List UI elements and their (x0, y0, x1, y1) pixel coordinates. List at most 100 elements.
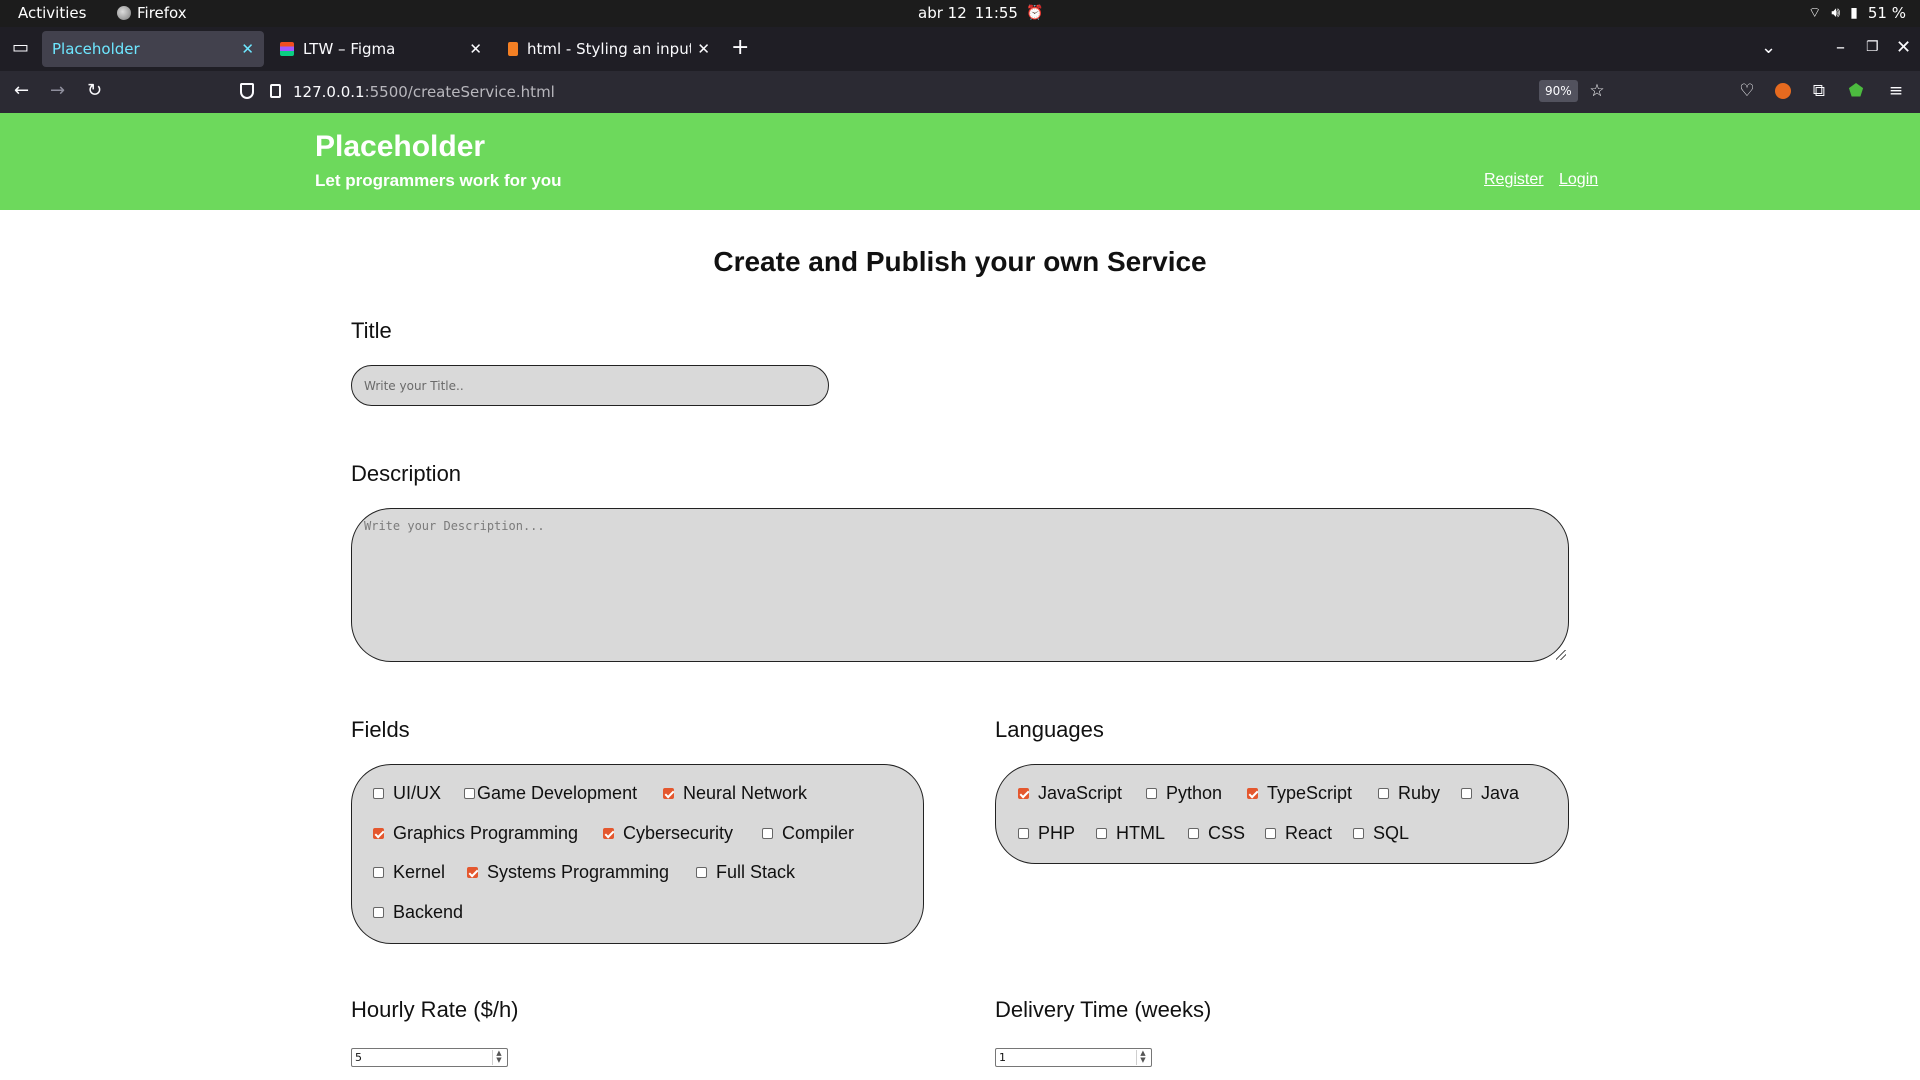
checkbox-mark[interactable] (1265, 828, 1276, 839)
language-checkbox-java[interactable]: Java (1461, 783, 1519, 804)
bookmark-star-icon[interactable]: ☆ (1587, 81, 1607, 101)
minimize-icon[interactable]: – (1836, 37, 1845, 58)
wifi-icon: ⌔ (1808, 5, 1822, 21)
field-checkbox-full-stack[interactable]: Full Stack (696, 862, 795, 883)
app-menu[interactable]: Firefox (117, 4, 187, 22)
battery-percent: 51 % (1867, 4, 1906, 22)
close-tab-icon[interactable]: ✕ (241, 40, 254, 58)
field-checkbox-graphics-programming[interactable]: Graphics Programming (373, 823, 578, 844)
spinner-icon[interactable]: ▲ ▼ (492, 1050, 505, 1065)
checkbox-mark[interactable] (663, 788, 674, 799)
page-info-icon[interactable] (270, 84, 281, 98)
language-checkbox-react[interactable]: React (1265, 823, 1332, 844)
menu-icon[interactable]: ≡ (1886, 81, 1906, 101)
language-checkbox-sql[interactable]: SQL (1353, 823, 1409, 844)
close-tab-icon[interactable]: ✕ (469, 40, 482, 58)
language-checkbox-typescript[interactable]: TypeScript (1247, 783, 1352, 804)
close-tab-icon[interactable]: ✕ (697, 40, 710, 58)
zoom-indicator[interactable]: 90% (1539, 80, 1578, 102)
system-tray[interactable]: ⌔ 🔊︎ ▮ 51 % (1808, 4, 1906, 22)
checkbox-mark[interactable] (467, 867, 478, 878)
tab-placeholder[interactable]: Placeholder ✕ (42, 31, 264, 67)
site-header: Placeholder Let programmers work for you… (0, 113, 1920, 210)
url-bar[interactable]: 127.0.0.1:5500/createService.html (230, 76, 1610, 108)
checkbox-mark[interactable] (603, 828, 614, 839)
checkbox-mark[interactable] (373, 867, 384, 878)
checkbox-mark[interactable] (373, 788, 384, 799)
back-icon[interactable]: ← (14, 80, 29, 101)
register-link[interactable]: Register (1484, 171, 1544, 189)
checkbox-mark[interactable] (1146, 788, 1157, 799)
forward-icon[interactable]: → (50, 80, 65, 101)
page-heading: Create and Publish your own Service (713, 246, 1207, 277)
language-checkbox-css[interactable]: CSS (1188, 823, 1245, 844)
language-checkbox-python[interactable]: Python (1146, 783, 1222, 804)
restore-icon[interactable]: ❐ (1866, 39, 1879, 55)
field-checkbox-neural-network[interactable]: Neural Network (663, 783, 807, 804)
languages-label: Languages (995, 717, 1104, 742)
language-checkbox-php[interactable]: PHP (1018, 823, 1075, 844)
site-title[interactable]: Placeholder (315, 130, 485, 164)
checkbox-mark[interactable] (696, 867, 707, 878)
resize-handle[interactable] (1556, 650, 1566, 660)
field-checkbox-backend[interactable]: Backend (373, 902, 463, 923)
checkbox-mark[interactable] (1378, 788, 1389, 799)
checkbox-label: React (1285, 823, 1333, 843)
tab-title: LTW – Figma (303, 40, 396, 58)
window-close-icon[interactable]: ✕ (1896, 37, 1911, 58)
checkbox-mark[interactable] (1247, 788, 1258, 799)
spinner-icon[interactable]: ▲ ▼ (1136, 1050, 1149, 1065)
hourly-rate-value: 5 (355, 1051, 362, 1064)
checkbox-mark[interactable] (1096, 828, 1107, 839)
tracking-protection-icon[interactable] (240, 83, 254, 99)
description-textarea[interactable] (351, 508, 1569, 662)
field-checkbox-systems-programming[interactable]: Systems Programming (467, 862, 669, 883)
field-checkbox-compiler[interactable]: Compiler (762, 823, 854, 844)
activities-button[interactable]: Activities (18, 4, 86, 22)
new-tab-icon[interactable]: + (731, 35, 749, 60)
tab-overview-icon[interactable]: ▭ (12, 37, 29, 58)
battery-icon: ▮ (1850, 5, 1858, 21)
checkbox-label: Full Stack (716, 862, 796, 882)
checkbox-mark[interactable] (373, 907, 384, 918)
checkbox-mark[interactable] (1018, 788, 1029, 799)
alarm-icon: ⏰ (1025, 5, 1044, 21)
checkbox-mark[interactable] (1018, 828, 1029, 839)
hourly-rate-input[interactable]: 5 ▲ ▼ (351, 1048, 508, 1067)
pocket-icon[interactable]: ♡ (1737, 81, 1757, 101)
language-checkbox-ruby[interactable]: Ruby (1378, 783, 1440, 804)
title-input[interactable] (351, 365, 829, 406)
checkbox-label: HTML (1116, 823, 1165, 843)
login-link[interactable]: Login (1559, 171, 1598, 189)
tab-figma[interactable]: LTW – Figma ✕ (270, 31, 492, 67)
clock[interactable]: abr 12 11:55 ⏰ (918, 4, 1043, 22)
list-tabs-icon[interactable]: ⌄ (1761, 37, 1776, 58)
checkbox-label: Game Development (477, 783, 638, 803)
checkbox-mark[interactable] (1353, 828, 1364, 839)
system-top-bar: Activities Firefox abr 12 11:55 ⏰ ⌔ 🔊︎ ▮… (0, 0, 1920, 27)
firefox-account-icon[interactable] (1773, 81, 1793, 101)
tab-stackoverflow[interactable]: html - Styling an input typ ✕ (498, 31, 720, 67)
checkbox-mark[interactable] (1188, 828, 1199, 839)
checkbox-mark[interactable] (464, 788, 475, 799)
field-checkbox-cybersecurity[interactable]: Cybersecurity (603, 823, 733, 844)
tab-title: html - Styling an input typ (527, 40, 692, 58)
app-name: Firefox (137, 4, 187, 22)
language-checkbox-html[interactable]: HTML (1096, 823, 1165, 844)
language-checkbox-javascript[interactable]: JavaScript (1018, 783, 1122, 804)
shield-extension-icon[interactable]: ⬟ (1846, 81, 1866, 101)
delivery-time-input[interactable]: 1 ▲ ▼ (995, 1048, 1152, 1067)
reload-icon[interactable]: ↻ (87, 80, 102, 101)
stackoverflow-favicon-icon (508, 42, 518, 56)
field-checkbox-kernel[interactable]: Kernel (373, 862, 445, 883)
checkbox-mark[interactable] (1461, 788, 1472, 799)
checkbox-mark[interactable] (373, 828, 384, 839)
checkbox-mark[interactable] (762, 828, 773, 839)
description-label: Description (351, 461, 462, 486)
extensions-icon[interactable]: ⧉ (1809, 81, 1829, 101)
field-checkbox-ui-ux[interactable]: UI/UX (373, 783, 441, 804)
url-text[interactable]: 127.0.0.1:5500/createService.html (293, 83, 555, 101)
checkbox-label: Python (1166, 783, 1223, 803)
field-checkbox-game-development[interactable]: Game Development (464, 783, 637, 804)
tab-strip: ▭ Placeholder ✕ LTW – Figma ✕ html - Sty… (0, 27, 1920, 71)
